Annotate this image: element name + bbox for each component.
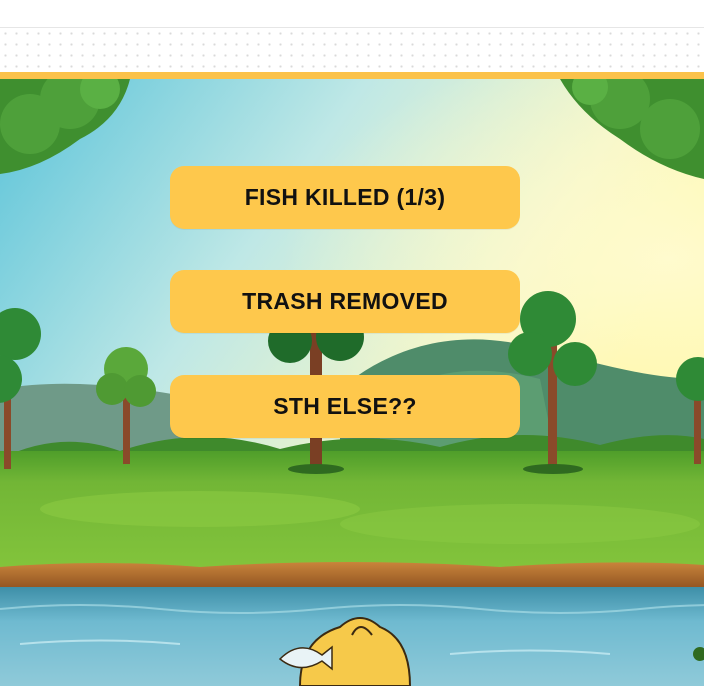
fish-killed-button[interactable]: FISH KILLED (1/3) xyxy=(170,166,520,229)
top-bar xyxy=(0,0,704,28)
header-pattern-strip xyxy=(0,28,704,72)
header-accent-rule xyxy=(0,72,704,79)
trash-removed-button[interactable]: TRASH REMOVED xyxy=(170,270,520,333)
something-else-button[interactable]: STH ELSE?? xyxy=(170,375,520,438)
